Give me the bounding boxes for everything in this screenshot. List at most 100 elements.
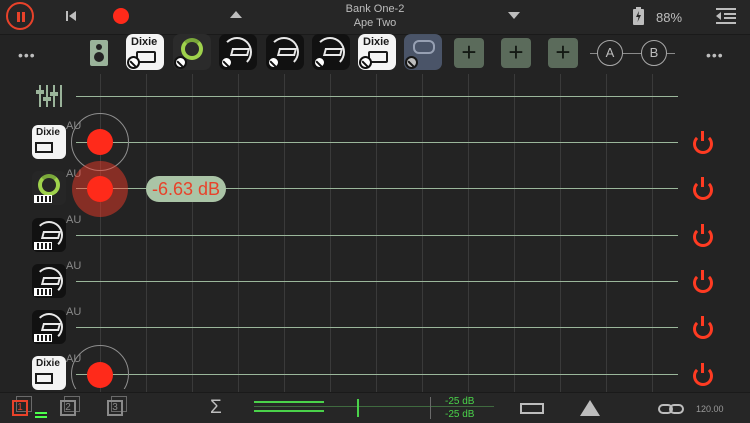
track-icon-5[interactable] bbox=[32, 310, 66, 344]
next-bank-icon[interactable] bbox=[508, 12, 520, 19]
previous-bank-icon[interactable] bbox=[230, 11, 242, 18]
tempo-readout[interactable]: 120.00 bbox=[696, 404, 724, 414]
ruler-icon[interactable] bbox=[520, 403, 544, 414]
track-line-4 bbox=[76, 281, 678, 282]
track-2-level-knob[interactable] bbox=[87, 176, 113, 202]
grid-column bbox=[146, 74, 147, 392]
bank-subtitle[interactable]: Ape Two bbox=[300, 17, 450, 29]
grid-column bbox=[284, 74, 285, 392]
db-readout-top: -25 dB bbox=[445, 396, 475, 407]
bypass-icon bbox=[127, 56, 140, 69]
track-line-1 bbox=[76, 142, 678, 143]
grid-column bbox=[330, 74, 331, 392]
grid-column bbox=[514, 74, 515, 392]
mixer-icon[interactable] bbox=[36, 85, 62, 107]
grid-column bbox=[652, 74, 653, 392]
slots-menu-right[interactable]: ••• bbox=[706, 47, 724, 63]
track-1-power-icon[interactable] bbox=[693, 131, 713, 154]
transport-bar: Bank One-2 Ape Two 88% bbox=[0, 0, 750, 35]
scene-b-button[interactable]: B bbox=[641, 40, 667, 66]
effect-icon bbox=[413, 40, 435, 54]
link-icon[interactable] bbox=[658, 404, 684, 414]
plugin-slot-1-label: Dixie bbox=[131, 36, 158, 48]
page-2-button[interactable]: 2 bbox=[60, 400, 76, 416]
keyboard-icon bbox=[276, 48, 298, 56]
track-format-5: AU bbox=[66, 306, 82, 318]
grid-column bbox=[606, 74, 607, 392]
track-5-power-icon[interactable] bbox=[693, 316, 713, 339]
speaker-icon[interactable] bbox=[90, 40, 108, 66]
grid-column bbox=[422, 74, 423, 392]
plugin-slot-3[interactable] bbox=[219, 34, 257, 70]
bottom-toolbar: 1 2 3 Σ -25 dB -25 dB 120.00 bbox=[0, 392, 750, 423]
keyboard-icon bbox=[34, 195, 52, 203]
bypass-icon bbox=[220, 56, 233, 69]
track-3-power-icon[interactable] bbox=[693, 224, 713, 247]
meter-divider bbox=[430, 397, 431, 419]
page-1-button[interactable]: 1 bbox=[12, 400, 28, 416]
meter-marker[interactable] bbox=[357, 399, 359, 417]
track-icon-4[interactable] bbox=[32, 264, 66, 298]
plugin-slot-5[interactable] bbox=[312, 34, 350, 70]
output-meter-right bbox=[254, 410, 324, 412]
keyboard-icon bbox=[322, 48, 344, 56]
track-icon-3[interactable] bbox=[32, 218, 66, 252]
grid-column bbox=[376, 74, 377, 392]
plugin-slot-1[interactable]: Dixie bbox=[126, 34, 164, 70]
add-plugin-button-2[interactable]: + bbox=[501, 38, 531, 68]
grid-column bbox=[192, 74, 193, 392]
menu-icon[interactable] bbox=[716, 7, 736, 25]
bus-line bbox=[76, 96, 678, 97]
slots-menu-left[interactable]: ••• bbox=[18, 47, 36, 63]
scene-ab-line bbox=[623, 53, 641, 54]
keyboard-icon bbox=[34, 288, 52, 296]
bypass-icon bbox=[405, 56, 418, 69]
track-icon-2[interactable] bbox=[32, 171, 66, 205]
add-plugin-button-3[interactable]: + bbox=[548, 38, 578, 68]
track-icon-1-label: Dixie bbox=[36, 127, 60, 138]
db-readout-bottom: -25 dB bbox=[445, 409, 475, 420]
track-line-5 bbox=[76, 327, 678, 328]
sum-icon[interactable]: Σ bbox=[210, 397, 222, 419]
keyboard-icon bbox=[229, 48, 251, 56]
track-1-level-knob[interactable] bbox=[87, 129, 113, 155]
loop-icon bbox=[38, 174, 60, 196]
track-format-3: AU bbox=[66, 214, 82, 226]
pause-button[interactable] bbox=[6, 2, 34, 30]
bypass-icon bbox=[313, 56, 326, 69]
active-page-indicator bbox=[35, 412, 47, 418]
track-icon-1[interactable]: Dixie bbox=[32, 125, 66, 159]
track-icon-6[interactable]: Dixie bbox=[32, 356, 66, 390]
bypass-icon bbox=[174, 56, 187, 69]
bank-title[interactable]: Bank One-2 bbox=[300, 3, 450, 15]
scene-a-button[interactable]: A bbox=[597, 40, 623, 66]
output-meter-left bbox=[254, 401, 324, 403]
keyboard-icon bbox=[35, 373, 53, 384]
track-2-power-icon[interactable] bbox=[693, 177, 713, 200]
scene-b-line-right bbox=[667, 53, 675, 54]
plugin-slot-4[interactable] bbox=[266, 34, 304, 70]
keyboard-icon bbox=[40, 231, 62, 239]
volume-readout: -6.63 dB bbox=[146, 176, 227, 202]
battery-percent: 88% bbox=[656, 10, 683, 25]
track-icon-6-label: Dixie bbox=[36, 358, 60, 369]
pause-icon bbox=[17, 12, 20, 22]
warning-icon[interactable] bbox=[580, 400, 600, 416]
pause-icon-bar bbox=[22, 12, 25, 22]
plugin-slot-2[interactable] bbox=[173, 34, 211, 70]
track-6-power-icon[interactable] bbox=[693, 363, 713, 386]
bypass-icon bbox=[359, 56, 372, 69]
track-6-level-knob[interactable] bbox=[87, 362, 113, 388]
plugin-slot-7[interactable] bbox=[404, 34, 442, 70]
bypass-icon bbox=[267, 56, 280, 69]
grid-column bbox=[468, 74, 469, 392]
page-3-button[interactable]: 3 bbox=[107, 400, 123, 416]
keyboard-icon bbox=[40, 277, 62, 285]
track-4-power-icon[interactable] bbox=[693, 270, 713, 293]
skip-back-icon[interactable] bbox=[66, 11, 76, 21]
keyboard-icon bbox=[34, 242, 52, 250]
grid-column bbox=[560, 74, 561, 392]
plugin-slot-6[interactable]: Dixie bbox=[358, 34, 396, 70]
add-plugin-button-1[interactable]: + bbox=[454, 38, 484, 68]
record-button[interactable] bbox=[113, 8, 129, 24]
